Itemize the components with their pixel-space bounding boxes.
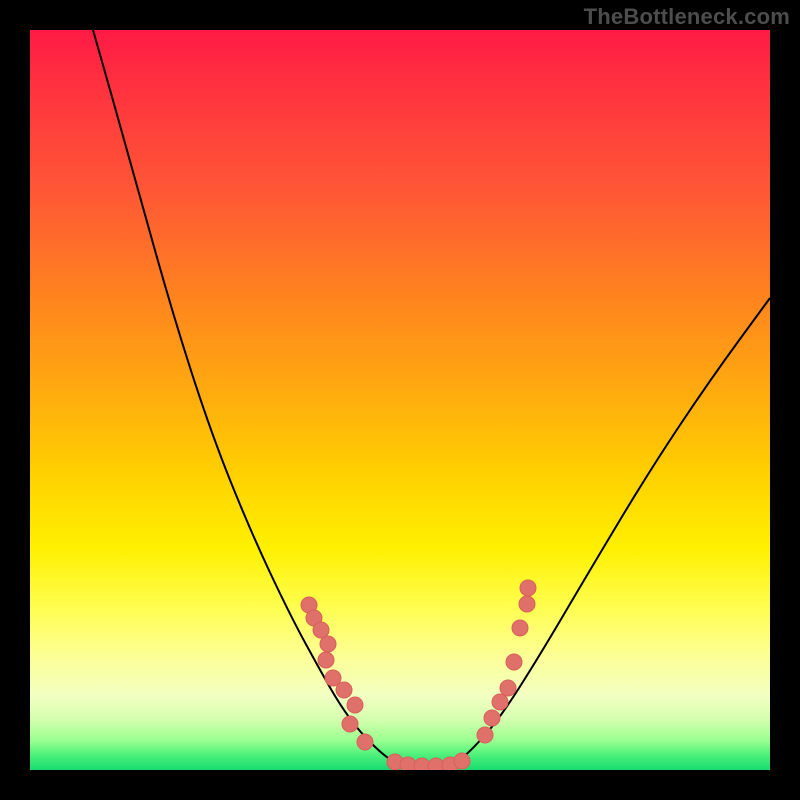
left-curve-path	[93, 30, 405, 767]
data-dot	[477, 727, 493, 743]
data-dot	[519, 596, 535, 612]
curve-layer	[30, 30, 770, 770]
bottom-dot-group	[387, 753, 470, 770]
data-dot	[357, 734, 373, 750]
left-dot-group	[301, 597, 373, 750]
data-dot	[347, 697, 363, 713]
chart-frame: TheBottleneck.com	[0, 0, 800, 800]
data-dot	[520, 580, 536, 596]
data-dot	[318, 652, 334, 668]
data-dot	[500, 680, 516, 696]
data-dot	[492, 694, 508, 710]
watermark-text: TheBottleneck.com	[584, 4, 790, 30]
data-dot	[506, 654, 522, 670]
data-dot	[414, 758, 430, 770]
data-dot	[320, 636, 336, 652]
data-dot	[484, 710, 500, 726]
data-dot	[336, 682, 352, 698]
data-dot	[454, 753, 470, 769]
plot-area	[30, 30, 770, 770]
right-dot-group	[477, 580, 536, 743]
data-dot	[512, 620, 528, 636]
data-dot	[400, 757, 416, 770]
data-dot	[342, 716, 358, 732]
data-dot	[313, 622, 329, 638]
